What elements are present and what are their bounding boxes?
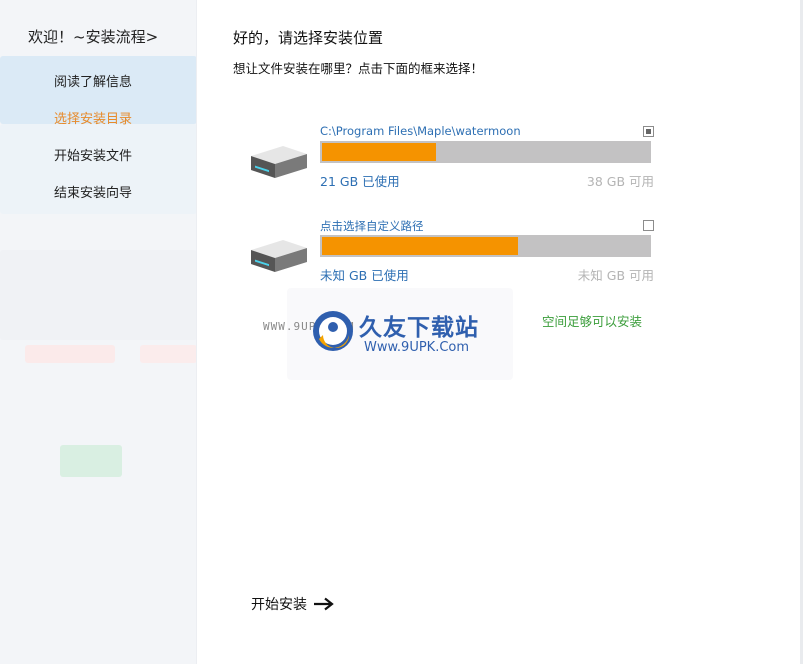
sidebar-title: 欢迎！~安装流程>	[28, 28, 159, 46]
arrow-right-icon	[314, 597, 335, 611]
page-title: 好的，请选择安装位置	[233, 29, 384, 47]
sidebar-item-install-files[interactable]: 开始安装文件	[0, 138, 197, 175]
drive-used-label: 21 GB 已使用	[320, 174, 400, 189]
drive-checkbox[interactable]	[643, 220, 654, 231]
hard-drive-icon	[251, 240, 307, 272]
drive-option-default[interactable]: C:\Program Files\Maple\watermoon 21 GB 已…	[247, 124, 657, 196]
space-status-text: 空间足够可以安装	[542, 314, 643, 329]
drive-checkbox[interactable]	[643, 126, 654, 137]
drive-free-label: 未知 GB 可用	[577, 268, 654, 283]
hard-drive-icon	[251, 146, 307, 178]
sidebar-backdrop-red	[25, 345, 115, 363]
start-install-label: 开始安装	[251, 597, 307, 613]
custom-path-link[interactable]: 点击选择自定义路径	[320, 218, 424, 234]
main-panel: 好的，请选择安装位置 想让文件安装在哪里？点击下面的框来选择！ C:\Progr…	[197, 0, 803, 664]
sidebar-item-choose-directory[interactable]: 选择安装目录	[0, 101, 197, 138]
start-install-button[interactable]: 开始安装	[251, 594, 335, 614]
sidebar-item-finish-wizard[interactable]: 结束安装向导	[0, 175, 197, 212]
drive-usage-bar	[320, 235, 651, 257]
sidebar: 欢迎！~安装流程> 阅读了解信息 选择安装目录 开始安装文件 结束安装向导	[0, 0, 197, 664]
drive-usage-fill	[322, 237, 518, 255]
drive-usage-bar	[320, 141, 651, 163]
watermark-logo-icon	[313, 311, 353, 351]
sidebar-backdrop-green	[60, 445, 122, 477]
drive-path-label[interactable]: C:\Program Files\Maple\watermoon	[320, 124, 521, 138]
page-subtitle: 想让文件安装在哪里？点击下面的框来选择！	[233, 61, 484, 76]
sidebar-nav: 阅读了解信息 选择安装目录 开始安装文件 结束安装向导	[0, 64, 197, 212]
sidebar-backdrop-grey	[0, 250, 197, 340]
drive-used-label: 未知 GB 已使用	[320, 268, 409, 283]
sidebar-item-read-info[interactable]: 阅读了解信息	[0, 64, 197, 101]
drive-free-label: 38 GB 可用	[586, 174, 654, 189]
watermark-url: Www.9UPK.Com	[364, 340, 470, 355]
drive-usage-fill	[322, 143, 436, 161]
sidebar-backdrop-red-2	[140, 345, 197, 363]
watermark-name: 久友下载站	[359, 315, 479, 341]
drive-option-custom[interactable]: 点击选择自定义路径 未知 GB 已使用 未知 GB 可用	[247, 218, 657, 290]
